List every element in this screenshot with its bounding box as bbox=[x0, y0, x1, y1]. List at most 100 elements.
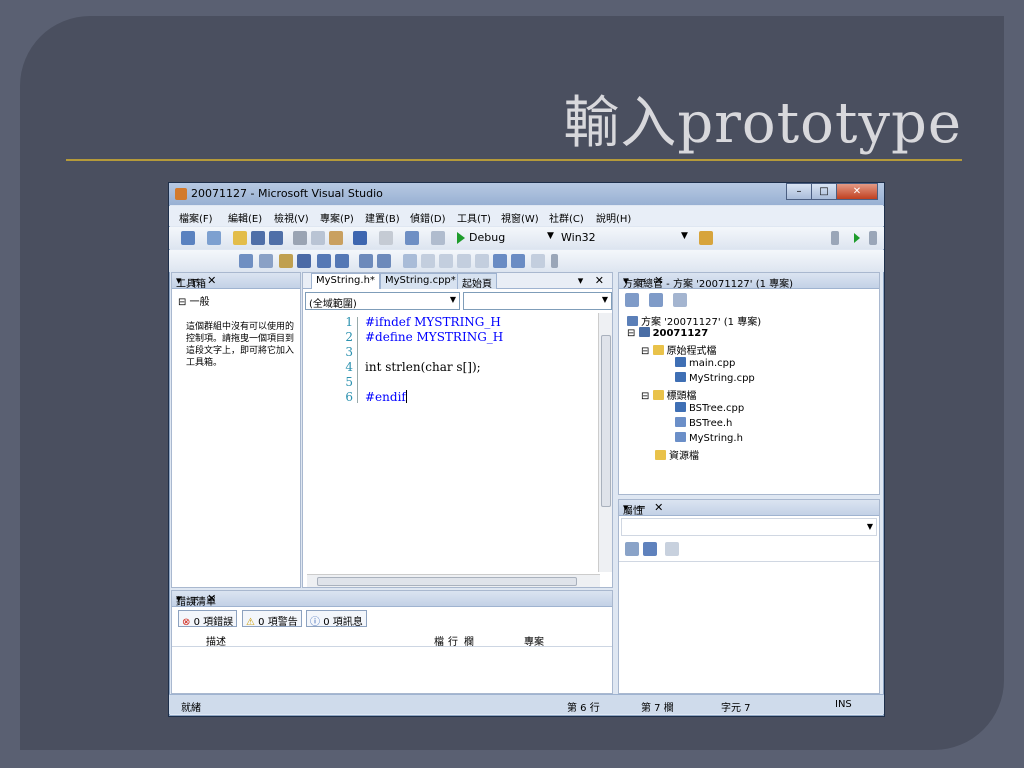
menu-build[interactable]: 建置(B) bbox=[365, 210, 400, 225]
next-in-document-icon[interactable] bbox=[511, 254, 525, 268]
property-pages-icon[interactable] bbox=[665, 542, 679, 556]
paste-icon[interactable] bbox=[329, 231, 343, 245]
warnings-filter-button[interactable]: ⚠ 0 項警告 bbox=[242, 610, 302, 628]
vertical-scrollbar[interactable] bbox=[598, 313, 612, 572]
copy-icon[interactable] bbox=[311, 231, 325, 245]
errors-filter-button[interactable]: ⊗ 0 項錯誤 bbox=[178, 610, 238, 628]
solution-platform-combo[interactable]: Win32 bbox=[561, 231, 596, 244]
menu-file[interactable]: 檔案(F) bbox=[179, 210, 213, 225]
column-file[interactable]: 檔 bbox=[434, 633, 444, 648]
run-icon[interactable] bbox=[854, 233, 860, 243]
members-dropdown[interactable]: ▼ bbox=[463, 292, 612, 310]
tree-item-project[interactable]: ⊟ 20071127 bbox=[627, 327, 708, 339]
object-browser-icon[interactable] bbox=[239, 254, 253, 268]
messages-filter-button[interactable]: ⓘ 0 項訊息 bbox=[306, 610, 367, 628]
toolbox-group-general[interactable]: ⊟ 一般 bbox=[178, 293, 210, 308]
previous-bookmark-icon[interactable] bbox=[421, 254, 435, 268]
tree-item-file[interactable]: MyString.h bbox=[675, 432, 743, 444]
panel-controls[interactable]: ▾ ╤ ✕ bbox=[623, 274, 875, 287]
tree-item-source-folder[interactable]: ⊟ 原始程式檔 bbox=[641, 342, 717, 357]
code-text: #endif bbox=[365, 390, 406, 404]
collapse-icon[interactable]: ⊟ bbox=[641, 391, 653, 402]
toolbar-overflow-icon[interactable] bbox=[869, 231, 877, 245]
refresh-icon[interactable] bbox=[673, 293, 687, 307]
panel-controls[interactable]: ▾ ╤ ✕ bbox=[176, 592, 608, 605]
folder-icon bbox=[652, 345, 664, 355]
column-line[interactable]: 行 bbox=[448, 633, 458, 648]
title-bar[interactable]: 20071127 - Microsoft Visual Studio – □ ✕ bbox=[169, 183, 884, 205]
menu-community[interactable]: 社群(C) bbox=[549, 210, 584, 225]
decrease-indent-icon[interactable] bbox=[317, 254, 331, 268]
font-size-icon[interactable] bbox=[297, 254, 311, 268]
collapse-icon[interactable]: ⊟ bbox=[641, 346, 653, 357]
class-view-icon[interactable] bbox=[259, 254, 273, 268]
add-item-icon[interactable] bbox=[207, 231, 221, 245]
menu-help[interactable]: 說明(H) bbox=[596, 210, 631, 225]
scope-dropdown[interactable]: (全域範圍) ▼ bbox=[305, 292, 460, 310]
properties-icon[interactable] bbox=[625, 293, 639, 307]
tab-start-page[interactable]: 起始頁 bbox=[457, 273, 497, 290]
close-button[interactable]: ✕ bbox=[836, 183, 878, 200]
menu-edit[interactable]: 編輯(E) bbox=[228, 210, 262, 225]
tree-item-solution[interactable]: 方案 '20071127' (1 專案) bbox=[627, 313, 761, 328]
next-bookmark-icon[interactable] bbox=[439, 254, 453, 268]
toolbar-overflow-icon[interactable] bbox=[551, 254, 558, 268]
new-project-icon[interactable] bbox=[181, 231, 195, 245]
redo-icon[interactable] bbox=[379, 231, 393, 245]
toolbox-icon[interactable] bbox=[279, 254, 293, 268]
code-line: int strlen(char s[]); bbox=[365, 360, 481, 374]
menu-tools[interactable]: 工具(T) bbox=[457, 210, 491, 225]
menu-view[interactable]: 檢視(V) bbox=[274, 210, 309, 225]
code-area[interactable]: 1 #ifndef MYSTRING_H 2 #define MYSTRING_… bbox=[305, 313, 595, 570]
collapse-icon[interactable]: ⊟ bbox=[627, 328, 639, 339]
object-selector-dropdown[interactable]: ▼ bbox=[621, 518, 877, 536]
cut-icon[interactable] bbox=[293, 231, 307, 245]
prev-folder-bookmark-icon[interactable] bbox=[457, 254, 471, 268]
save-icon[interactable] bbox=[251, 231, 265, 245]
tab-controls[interactable]: ▾ ✕ bbox=[578, 274, 608, 287]
scroll-thumb[interactable] bbox=[601, 335, 611, 507]
start-debugging-icon[interactable] bbox=[457, 232, 465, 244]
tree-item-header-folder[interactable]: ⊟ 標頭檔 bbox=[641, 387, 697, 402]
menu-debug[interactable]: 偵錯(D) bbox=[410, 210, 446, 225]
error-list-columns: 描述 檔 行 欄 專案 bbox=[172, 631, 612, 648]
tree-item-resource-folder[interactable]: 資源檔 bbox=[655, 447, 699, 462]
find-in-files-icon[interactable] bbox=[699, 231, 713, 245]
show-all-files-icon[interactable] bbox=[649, 293, 663, 307]
navigate-backward-icon[interactable] bbox=[405, 231, 419, 245]
column-description[interactable]: 描述 bbox=[206, 633, 226, 648]
column-project[interactable]: 專案 bbox=[524, 633, 544, 648]
open-file-icon[interactable] bbox=[233, 231, 247, 245]
tree-item-file[interactable]: MyString.cpp bbox=[675, 372, 755, 384]
increase-indent-icon[interactable] bbox=[335, 254, 349, 268]
chevron-down-icon[interactable]: ▼ bbox=[547, 231, 554, 241]
tab-mystring-h[interactable]: MyString.h* bbox=[311, 273, 380, 289]
horizontal-scrollbar[interactable] bbox=[307, 574, 600, 587]
tree-item-file[interactable]: main.cpp bbox=[675, 357, 735, 369]
save-all-icon[interactable] bbox=[269, 231, 283, 245]
panel-controls[interactable]: ▾ ╤ ✕ bbox=[623, 501, 875, 514]
alphabetical-icon[interactable] bbox=[643, 542, 657, 556]
undo-icon[interactable] bbox=[353, 231, 367, 245]
clear-bookmarks-icon[interactable] bbox=[531, 254, 545, 268]
scroll-thumb[interactable] bbox=[317, 577, 577, 586]
solution-config-combo[interactable]: Debug bbox=[469, 231, 505, 244]
toolbar-overflow-icon[interactable] bbox=[831, 231, 839, 245]
menu-window[interactable]: 視窗(W) bbox=[501, 210, 539, 225]
minimize-button[interactable]: – bbox=[786, 183, 812, 200]
bookmark-icon[interactable] bbox=[403, 254, 417, 268]
chevron-down-icon[interactable]: ▼ bbox=[681, 231, 688, 241]
navigate-forward-icon[interactable] bbox=[431, 231, 445, 245]
comment-icon[interactable] bbox=[359, 254, 373, 268]
menu-project[interactable]: 專案(P) bbox=[320, 210, 354, 225]
categorized-icon[interactable] bbox=[625, 542, 639, 556]
column-column[interactable]: 欄 bbox=[464, 633, 474, 648]
tab-mystring-cpp[interactable]: MyString.cpp* bbox=[380, 273, 461, 289]
uncomment-icon[interactable] bbox=[377, 254, 391, 268]
panel-controls[interactable]: ▾ ╤ ✕ bbox=[176, 274, 296, 287]
maximize-button[interactable]: □ bbox=[811, 183, 837, 200]
next-folder-bookmark-icon[interactable] bbox=[475, 254, 489, 268]
tree-item-file[interactable]: BSTree.h bbox=[675, 417, 732, 429]
prev-in-document-icon[interactable] bbox=[493, 254, 507, 268]
tree-item-file[interactable]: BSTree.cpp bbox=[675, 402, 744, 414]
